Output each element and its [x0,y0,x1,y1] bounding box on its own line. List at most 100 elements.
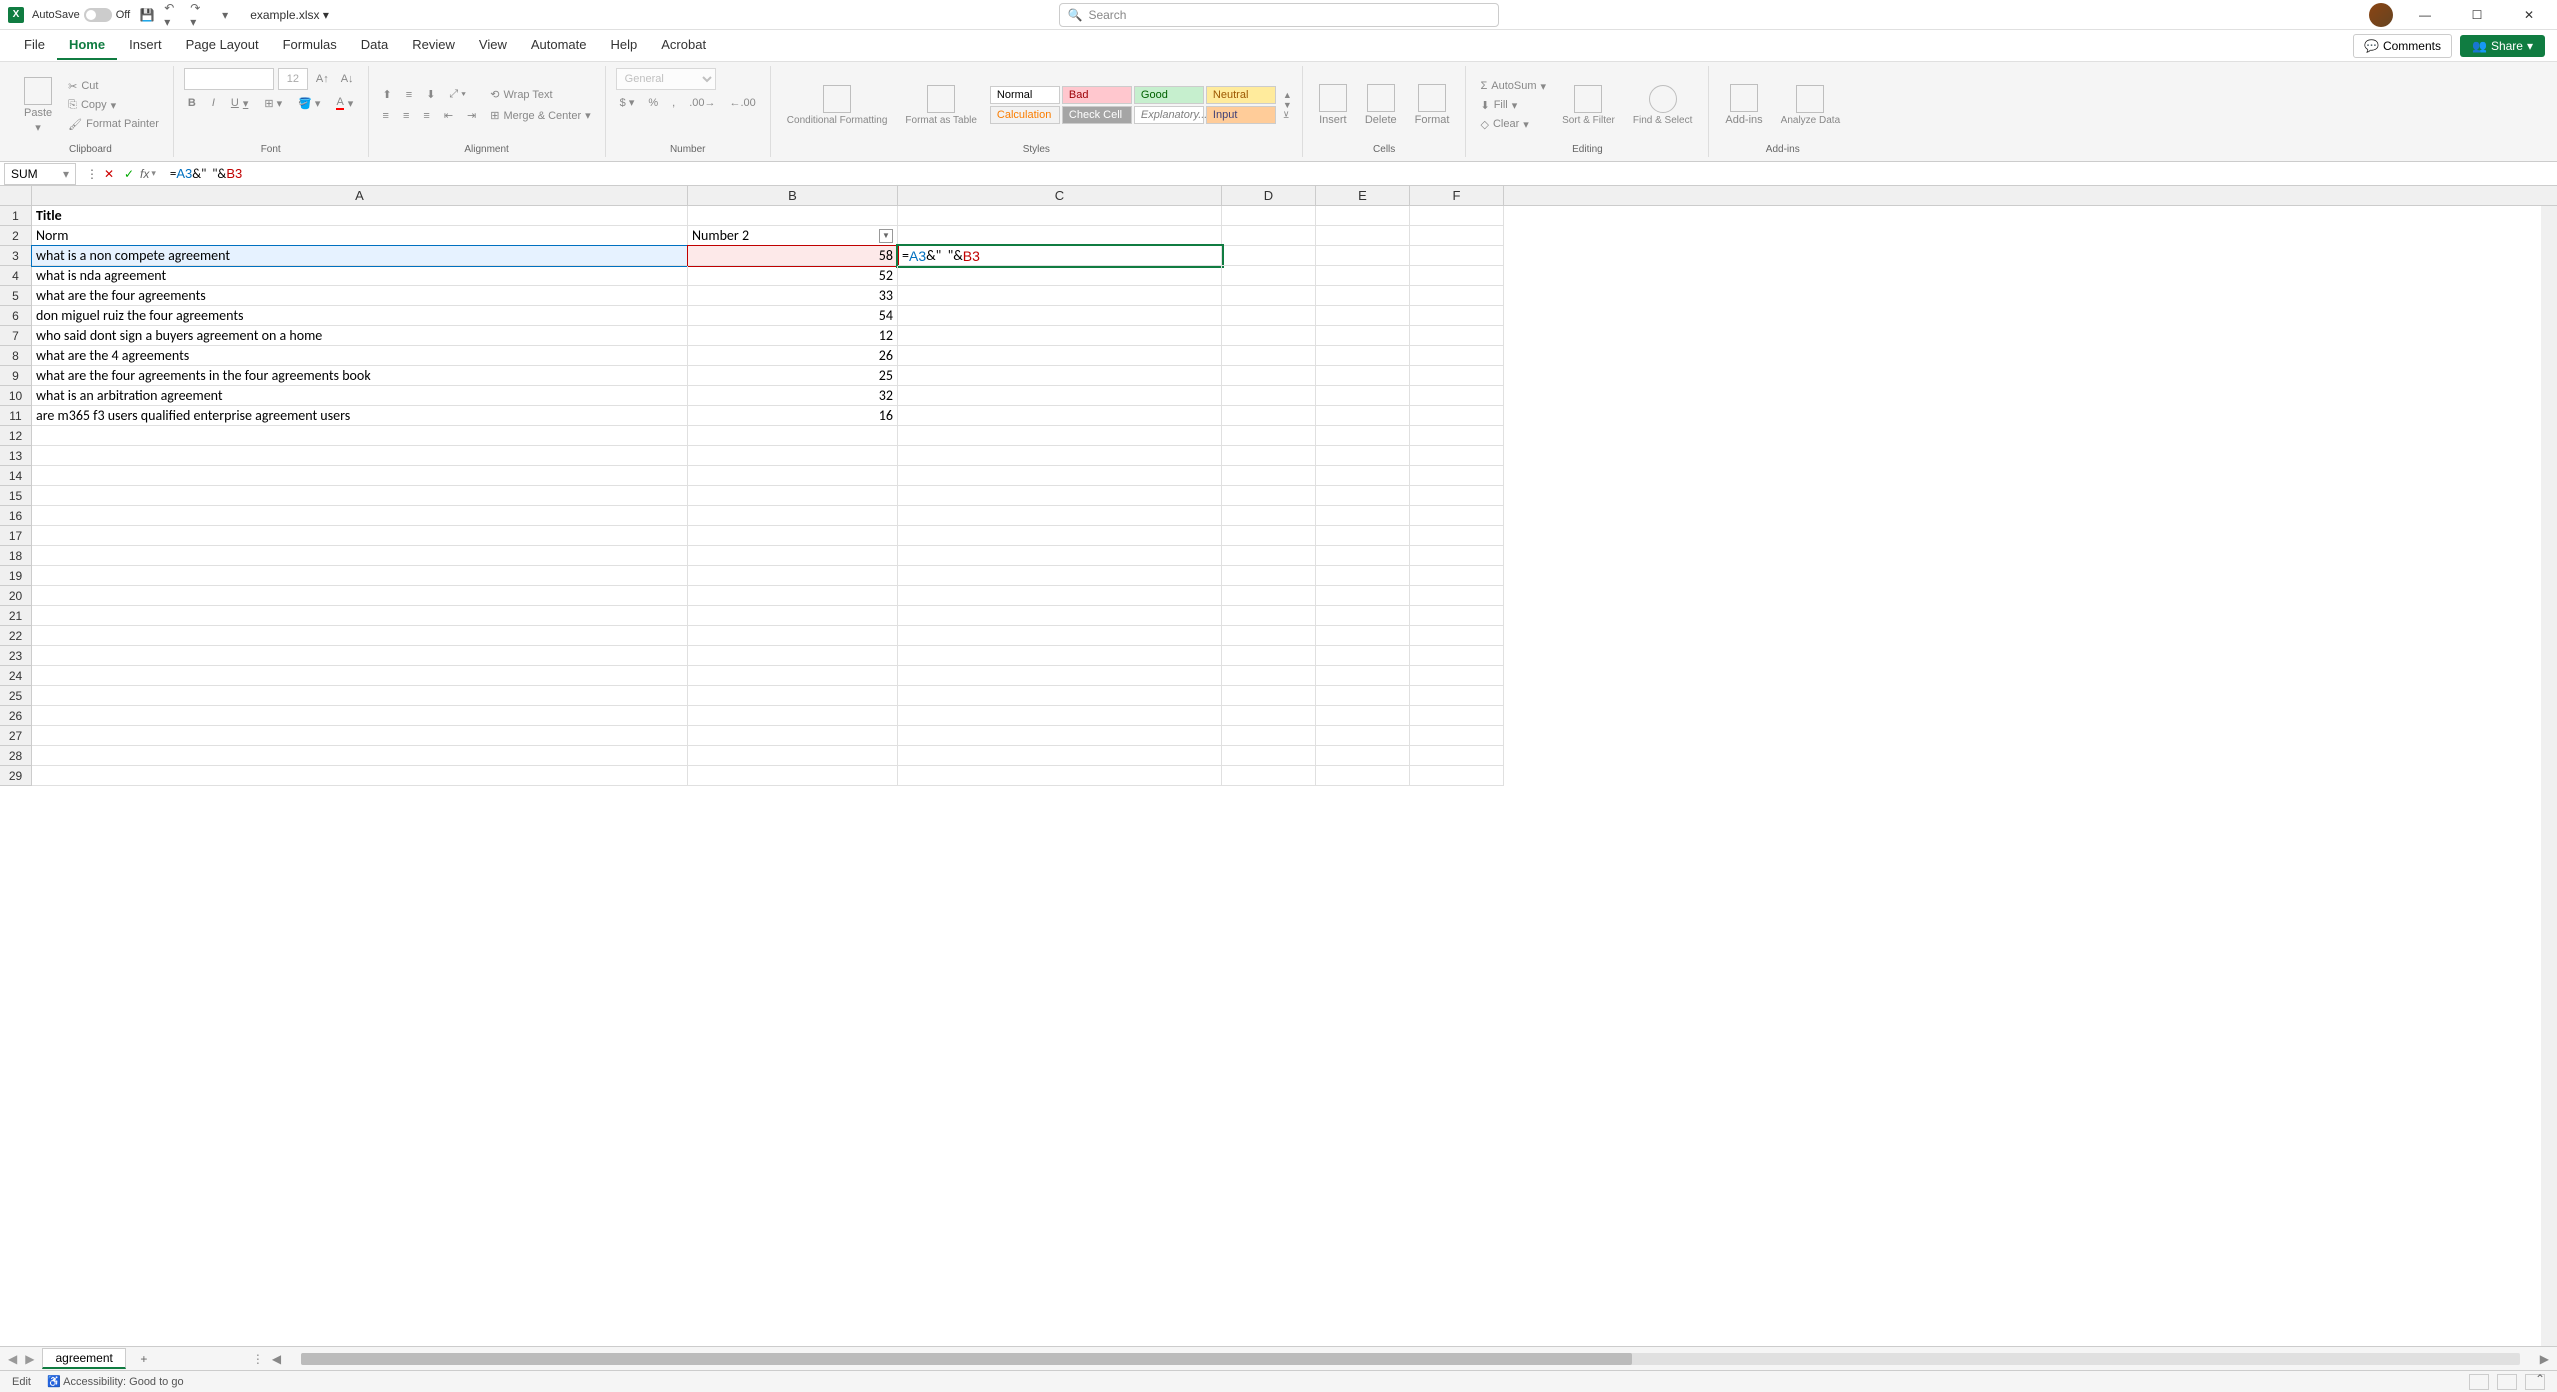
cell-A27[interactable] [32,726,688,746]
row-header-5[interactable]: 5 [0,286,32,306]
row-header-7[interactable]: 7 [0,326,32,346]
tab-insert[interactable]: Insert [117,31,174,60]
row-header-24[interactable]: 24 [0,666,32,686]
cell-B12[interactable] [688,426,898,446]
cell-A13[interactable] [32,446,688,466]
cell-F3[interactable] [1410,246,1504,266]
row-header-27[interactable]: 27 [0,726,32,746]
cell-B11[interactable]: 16 [688,406,898,426]
cell-F17[interactable] [1410,526,1504,546]
cell-C19[interactable] [898,566,1222,586]
share-button[interactable]: 👥 Share ▾ [2460,35,2545,57]
cell-B21[interactable] [688,606,898,626]
cell-F28[interactable] [1410,746,1504,766]
add-sheet-button[interactable]: + [134,1349,154,1369]
tab-review[interactable]: Review [400,31,467,60]
cell-E5[interactable] [1316,286,1410,306]
cell-C13[interactable] [898,446,1222,466]
cell-D3[interactable] [1222,246,1316,266]
cell-E10[interactable] [1316,386,1410,406]
sort-filter-button[interactable]: Sort & Filter [1556,83,1621,128]
cell-D24[interactable] [1222,666,1316,686]
cell-F14[interactable] [1410,466,1504,486]
italic-button[interactable]: I [208,94,219,112]
cell-D17[interactable] [1222,526,1316,546]
orientation-button[interactable]: ⤢ ▾ [445,86,469,103]
row-header-19[interactable]: 19 [0,566,32,586]
cut-button[interactable]: ✂ Cut [64,78,163,95]
format-cells-button[interactable]: Format [1409,82,1456,128]
row-header-1[interactable]: 1 [0,206,32,226]
style-calculation[interactable]: Calculation [990,106,1060,124]
cell-B4[interactable]: 52 [688,266,898,286]
cell-A21[interactable] [32,606,688,626]
cell-F29[interactable] [1410,766,1504,786]
cell-B10[interactable]: 32 [688,386,898,406]
delete-cells-button[interactable]: Delete [1359,82,1403,128]
number-format-select[interactable]: General [616,68,716,90]
cell-A3[interactable]: what is a non compete agreement [32,246,688,266]
cell-B7[interactable]: 12 [688,326,898,346]
cell-B6[interactable]: 54 [688,306,898,326]
cell-A12[interactable] [32,426,688,446]
cell-E4[interactable] [1316,266,1410,286]
cell-D23[interactable] [1222,646,1316,666]
comments-button[interactable]: 💬 Comments [2353,34,2452,58]
cell-B25[interactable] [688,686,898,706]
cell-B24[interactable] [688,666,898,686]
style-normal[interactable]: Normal [990,86,1060,104]
cell-C8[interactable] [898,346,1222,366]
cell-B3[interactable]: 58 [688,246,898,266]
autosave-toggle[interactable]: AutoSave Off [32,8,130,22]
cell-E1[interactable] [1316,206,1410,226]
paste-button[interactable]: Paste ▾ [18,75,58,136]
cell-E20[interactable] [1316,586,1410,606]
cell-A7[interactable]: who said dont sign a buyers agreement on… [32,326,688,346]
toggle-icon[interactable] [84,8,112,22]
insert-cells-button[interactable]: Insert [1313,82,1353,128]
row-header-3[interactable]: 3 [0,246,32,266]
decrease-indent-button[interactable]: ⇤ [440,107,457,124]
cell-C9[interactable] [898,366,1222,386]
cell-A18[interactable] [32,546,688,566]
style-check-cell[interactable]: Check Cell [1062,106,1132,124]
cell-A1[interactable]: Title [32,206,688,226]
sheet-options[interactable]: ⋮ [252,1352,264,1366]
cell-D18[interactable] [1222,546,1316,566]
row-header-26[interactable]: 26 [0,706,32,726]
styles-scroll-down[interactable]: ▼ [1283,100,1292,110]
normal-view-button[interactable] [2469,1374,2489,1390]
cell-E3[interactable] [1316,246,1410,266]
increase-decimal-button[interactable]: .00→ [685,94,719,111]
cell-A15[interactable] [32,486,688,506]
cell-B5[interactable]: 33 [688,286,898,306]
style-input[interactable]: Input [1206,106,1276,124]
spreadsheet-grid[interactable]: ABCDEF 123456789101112131415161718192021… [0,186,2557,1346]
cell-E29[interactable] [1316,766,1410,786]
column-header-D[interactable]: D [1222,186,1316,205]
cell-F1[interactable] [1410,206,1504,226]
cell-A16[interactable] [32,506,688,526]
align-right-button[interactable]: ≡ [419,107,433,124]
formula-dropdown[interactable]: ⋮ [86,167,98,181]
row-header-17[interactable]: 17 [0,526,32,546]
tab-help[interactable]: Help [599,31,650,60]
cell-E24[interactable] [1316,666,1410,686]
hscroll-right[interactable]: ▶ [2540,1352,2549,1366]
cell-C24[interactable] [898,666,1222,686]
cell-F5[interactable] [1410,286,1504,306]
cell-F6[interactable] [1410,306,1504,326]
cell-D7[interactable] [1222,326,1316,346]
cell-B20[interactable] [688,586,898,606]
bold-button[interactable]: B [184,94,200,112]
addins-button[interactable]: Add-ins [1719,82,1768,128]
cell-B19[interactable] [688,566,898,586]
cell-C5[interactable] [898,286,1222,306]
cell-B15[interactable] [688,486,898,506]
cell-C1[interactable] [898,206,1222,226]
styles-scroll-up[interactable]: ▲ [1283,90,1292,100]
next-sheet-button[interactable]: ▶ [25,1352,34,1366]
underline-button[interactable]: U ▾ [227,94,252,112]
cell-C29[interactable] [898,766,1222,786]
align-top-button[interactable]: ⬆ [379,86,396,103]
